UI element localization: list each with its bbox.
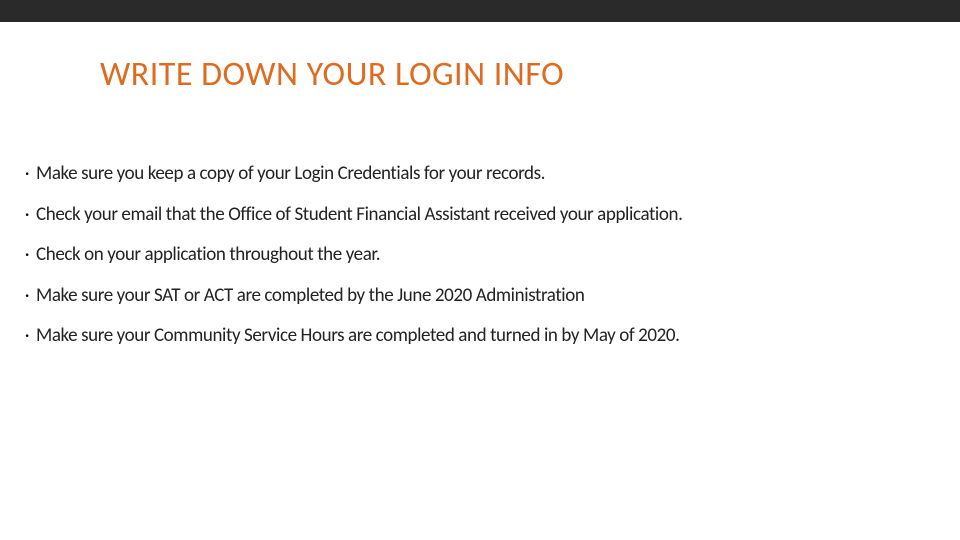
bullet-text: Check on your application throughout the…: [36, 242, 380, 269]
list-item: · Check on your application throughout t…: [18, 242, 960, 269]
bullet-text: Check your email that the Office of Stud…: [36, 202, 683, 229]
slide-content: WRITE DOWN YOUR LOGIN INFO · Make sure y…: [0, 54, 960, 350]
bullet-icon: ·: [18, 161, 36, 186]
bullet-icon: ·: [18, 202, 36, 227]
list-item: · Check your email that the Office of St…: [18, 202, 960, 229]
top-bar: [0, 0, 960, 22]
bullet-text: Make sure you keep a copy of your Login …: [36, 161, 545, 188]
bullet-list: · Make sure you keep a copy of your Logi…: [18, 161, 960, 350]
list-item: · Make sure your Community Service Hours…: [18, 323, 960, 350]
list-item: · Make sure you keep a copy of your Logi…: [18, 161, 960, 188]
slide-title: WRITE DOWN YOUR LOGIN INFO: [100, 54, 960, 95]
bullet-text: Make sure your SAT or ACT are completed …: [36, 283, 584, 310]
bullet-icon: ·: [18, 323, 36, 348]
bullet-icon: ·: [18, 242, 36, 267]
bullet-text: Make sure your Community Service Hours a…: [36, 323, 680, 350]
list-item: · Make sure your SAT or ACT are complete…: [18, 283, 960, 310]
bullet-icon: ·: [18, 283, 36, 308]
